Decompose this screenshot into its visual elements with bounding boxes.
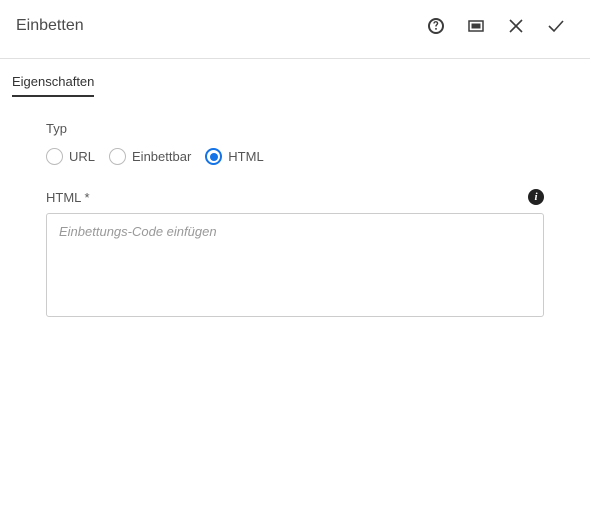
tabs: Eigenschaften <box>0 59 590 97</box>
help-icon <box>427 17 445 35</box>
radio-circle-embeddable <box>109 148 126 165</box>
help-button[interactable] <box>418 8 454 44</box>
fullscreen-button[interactable] <box>458 8 494 44</box>
form-section: Typ URL Einbettbar HTML HTML * i <box>0 97 590 322</box>
close-icon <box>509 19 523 33</box>
tab-properties[interactable]: Eigenschaften <box>12 74 94 97</box>
html-textarea[interactable] <box>46 213 544 317</box>
radio-option-embeddable[interactable]: Einbettbar <box>109 148 191 165</box>
close-button[interactable] <box>498 8 534 44</box>
fullscreen-icon <box>468 18 484 34</box>
confirm-button[interactable] <box>538 8 574 44</box>
html-field-group: HTML * i <box>46 189 544 322</box>
radio-label-embeddable: Einbettbar <box>132 149 191 164</box>
radio-label-url: URL <box>69 149 95 164</box>
radio-circle-url <box>46 148 63 165</box>
type-field-group: Typ URL Einbettbar HTML <box>46 121 544 165</box>
check-icon <box>547 17 565 35</box>
radio-option-url[interactable]: URL <box>46 148 95 165</box>
header-actions <box>418 8 574 44</box>
radio-circle-html <box>205 148 222 165</box>
html-label: HTML * <box>46 190 90 205</box>
info-icon[interactable]: i <box>528 189 544 205</box>
dialog-title: Einbetten <box>16 17 84 35</box>
type-label: Typ <box>46 121 544 136</box>
radio-option-html[interactable]: HTML <box>205 148 263 165</box>
dialog-header: Einbetten <box>0 0 590 59</box>
type-radio-group: URL Einbettbar HTML <box>46 148 544 165</box>
textarea-header: HTML * i <box>46 189 544 205</box>
radio-label-html: HTML <box>228 149 263 164</box>
